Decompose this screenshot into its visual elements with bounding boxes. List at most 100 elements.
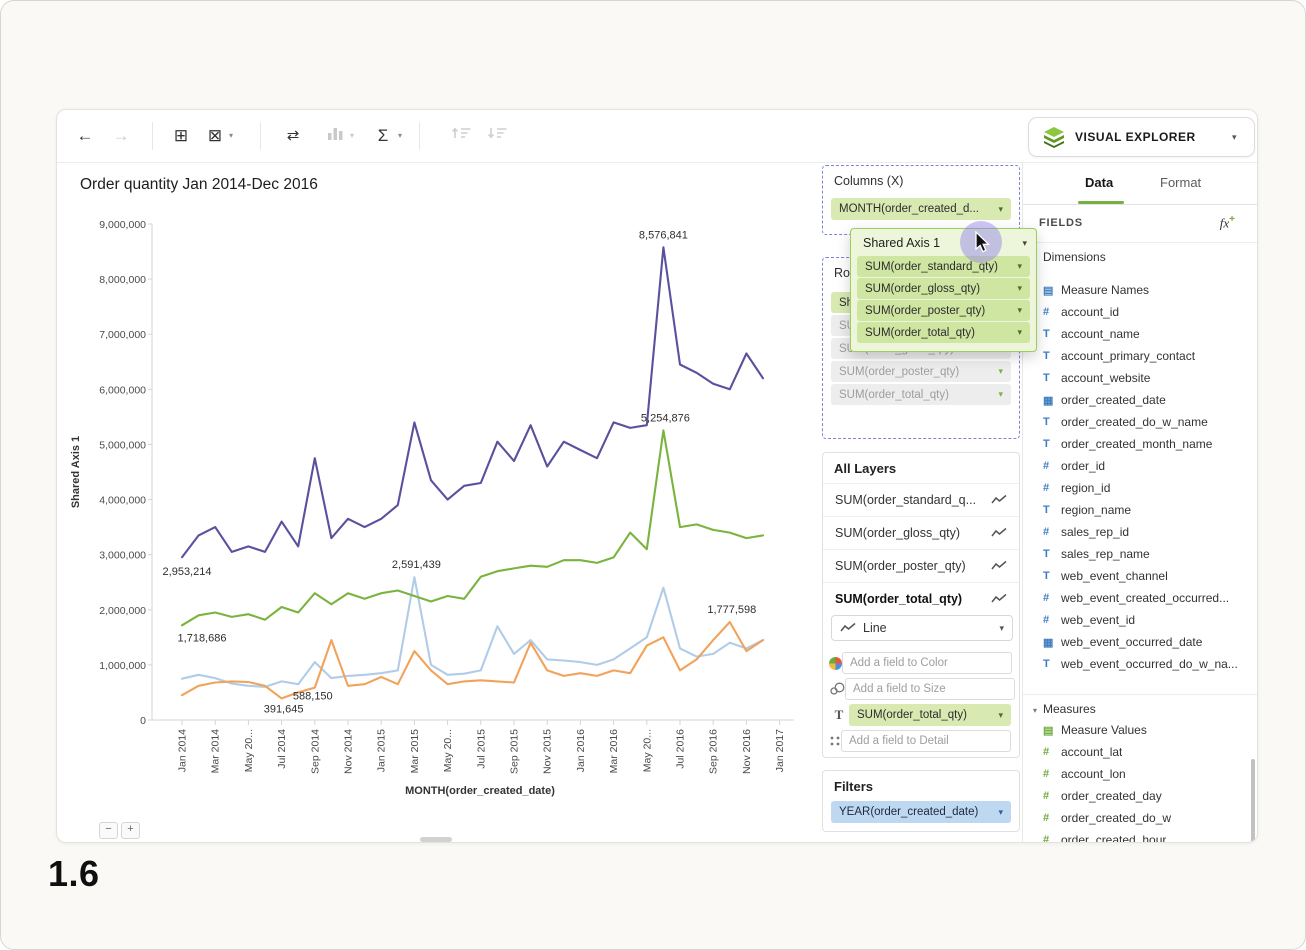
tab-data[interactable]: Data: [1085, 175, 1113, 190]
field-item[interactable]: ▤Measure Values: [1043, 720, 1247, 740]
chart-type-icon[interactable]: [325, 123, 345, 149]
field-item[interactable]: #order_id: [1043, 456, 1247, 476]
chevron-down-icon[interactable]: ▾: [229, 131, 233, 140]
field-item[interactable]: Torder_created_do_w_name: [1043, 412, 1247, 432]
shared-axis-measure-pill[interactable]: SUM(order_standard_qty)▾: [857, 256, 1030, 277]
layer-row[interactable]: SUM(order_total_qty): [823, 582, 1019, 615]
forward-icon[interactable]: →: [110, 123, 132, 149]
size-encoding-input[interactable]: [845, 678, 1015, 700]
field-item[interactable]: #account_id: [1043, 302, 1247, 322]
chevron-down-icon[interactable]: ▾: [1017, 305, 1022, 316]
number-type-icon: #: [1043, 834, 1061, 843]
svg-text:Shared Axis 1: Shared Axis 1: [70, 436, 82, 508]
chevron-down-icon[interactable]: ▾: [1017, 261, 1022, 272]
field-item[interactable]: Tsales_rep_name: [1043, 544, 1247, 564]
sidebar-scrollbar[interactable]: [1251, 759, 1255, 843]
field-name: web_event_channel: [1061, 569, 1168, 583]
rows-pill[interactable]: SUM(order_total_qty)▾: [831, 384, 1011, 405]
chevron-down-icon[interactable]: ▾: [998, 389, 1003, 400]
line-chart-icon: [840, 622, 856, 634]
shared-axis-items: SUM(order_standard_qty)▾SUM(order_gloss_…: [857, 256, 1030, 343]
text-type-icon: T: [1043, 416, 1061, 428]
field-item[interactable]: Taccount_website: [1043, 368, 1247, 388]
text-encoding-icon: T: [829, 707, 849, 723]
chevron-down-icon[interactable]: ▾: [998, 204, 1003, 215]
color-encoding-input[interactable]: [842, 652, 1012, 674]
field-item[interactable]: #order_created_do_w: [1043, 808, 1247, 828]
field-item[interactable]: ▤Measure Names: [1043, 280, 1247, 300]
zoom-in-button[interactable]: +: [121, 822, 140, 839]
chevron-down-icon[interactable]: ▾: [1017, 283, 1022, 294]
field-item[interactable]: #web_event_id: [1043, 610, 1247, 630]
sort-ascending-icon[interactable]: [449, 123, 473, 149]
filters-title: Filters: [834, 779, 873, 794]
chevron-down-icon[interactable]: ▾: [1017, 327, 1022, 338]
version-label: 1.6: [48, 853, 100, 895]
tab-format[interactable]: Format: [1160, 175, 1201, 190]
shared-axis-popup-title: Shared Axis 1: [863, 236, 940, 250]
visual-explorer-button[interactable]: VISUAL EXPLORER ▾: [1028, 117, 1255, 157]
chevron-down-icon[interactable]: ▾: [998, 807, 1003, 818]
detail-encoding-input[interactable]: [841, 730, 1011, 752]
chevron-down-icon[interactable]: ▾: [1022, 238, 1027, 249]
field-item[interactable]: Taccount_primary_contact: [1043, 346, 1247, 366]
field-item[interactable]: #web_event_created_occurred...: [1043, 588, 1247, 608]
size-encoding-icon: [829, 682, 845, 696]
layer-row[interactable]: SUM(order_poster_qty): [823, 549, 1019, 582]
aggregate-sigma-icon[interactable]: Σ: [373, 123, 393, 149]
field-item[interactable]: Torder_created_month_name: [1043, 434, 1247, 454]
chevron-down-icon[interactable]: ▾: [1232, 132, 1237, 143]
sort-descending-icon[interactable]: [485, 123, 509, 149]
field-item[interactable]: ▦order_created_date: [1043, 390, 1247, 410]
zoom-out-button[interactable]: −: [99, 822, 118, 839]
layer-label: SUM(order_total_qty): [835, 592, 991, 606]
field-item[interactable]: ▦web_event_occurred_date: [1043, 632, 1247, 652]
mark-type-select[interactable]: Line ▾: [831, 615, 1013, 641]
measures-section-header[interactable]: ▾Measures: [1033, 702, 1096, 716]
field-item[interactable]: #sales_rep_id: [1043, 522, 1247, 542]
columns-pill[interactable]: MONTH(order_created_d... ▾: [831, 198, 1011, 220]
field-name: account_website: [1061, 371, 1150, 385]
shared-axis-measure-pill[interactable]: SUM(order_total_qty)▾: [857, 322, 1030, 343]
pill-label: SUM(order_poster_qty): [865, 305, 1013, 317]
field-item[interactable]: #region_id: [1043, 478, 1247, 498]
horizontal-scroll-handle[interactable]: [420, 837, 452, 842]
line-chart-canvas[interactable]: 01,000,0002,000,0003,000,0004,000,0005,0…: [57, 162, 822, 842]
shared-axis-measure-pill[interactable]: SUM(order_gloss_qty)▾: [857, 278, 1030, 299]
chevron-down-icon[interactable]: ▾: [998, 366, 1003, 377]
filter-pill[interactable]: YEAR(order_created_date) ▾: [831, 801, 1011, 823]
number-type-icon: #: [1043, 482, 1061, 494]
create-calculation-icon[interactable]: fx+: [1220, 214, 1235, 231]
shared-axis-measure-pill[interactable]: SUM(order_poster_qty) ▾: [857, 300, 1030, 321]
transpose-axes-icon[interactable]: ⇄: [283, 123, 303, 149]
chevron-down-icon[interactable]: ▾: [998, 710, 1003, 721]
chevron-down-icon[interactable]: ▾: [350, 131, 354, 140]
svg-text:MONTH(order_created_date): MONTH(order_created_date): [405, 785, 555, 797]
number-type-icon: #: [1043, 614, 1061, 626]
layer-row[interactable]: SUM(order_standard_q...: [823, 483, 1019, 516]
duplicate-visual-icon[interactable]: ⊞: [171, 123, 191, 149]
field-item[interactable]: Tregion_name: [1043, 500, 1247, 520]
dataset-type-icon: ▤: [1043, 724, 1061, 737]
zoom-controls: − +: [99, 822, 140, 839]
field-item[interactable]: Tweb_event_channel: [1043, 566, 1247, 586]
toolbar: ← → ⊞ ⊠ ▾ ⇄ ▾ Σ ▾: [57, 110, 1257, 163]
field-item[interactable]: Taccount_name: [1043, 324, 1247, 344]
chevron-down-icon[interactable]: ▾: [398, 131, 402, 140]
field-item[interactable]: #order_created_hour: [1043, 830, 1247, 843]
back-icon[interactable]: ←: [74, 123, 96, 149]
rows-pill[interactable]: SUM(order_poster_qty)▾: [831, 361, 1011, 382]
chevron-down-icon: ▾: [1033, 706, 1037, 715]
line-chart-icon: [991, 527, 1007, 539]
field-item[interactable]: #account_lat: [1043, 742, 1247, 762]
delete-visual-icon[interactable]: ⊠: [205, 123, 225, 149]
chevron-down-icon[interactable]: ▾: [999, 623, 1004, 634]
field-item[interactable]: Tweb_event_occurred_do_w_na...: [1043, 654, 1247, 674]
field-item[interactable]: #account_lon: [1043, 764, 1247, 784]
number-type-icon: #: [1043, 768, 1061, 780]
layer-row[interactable]: SUM(order_gloss_qty): [823, 516, 1019, 549]
field-item[interactable]: #order_created_day: [1043, 786, 1247, 806]
svg-text:0: 0: [140, 715, 146, 727]
dimensions-section-header[interactable]: ▾Dimensions: [1033, 250, 1106, 264]
text-encoding-pill[interactable]: SUM(order_total_qty) ▾: [849, 704, 1011, 726]
